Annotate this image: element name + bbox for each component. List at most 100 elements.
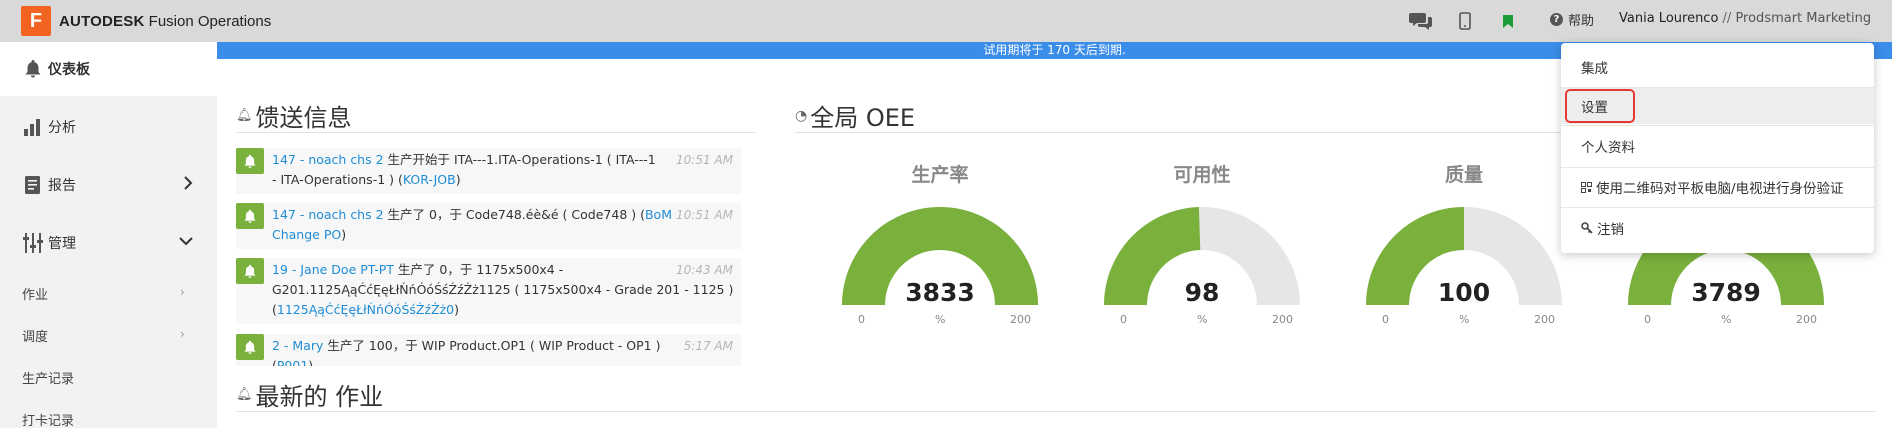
user-dropdown-menu: 集成 设置 个人资料 使用二维码对平板电脑/电视进行身份验证 注销 (1561, 43, 1874, 253)
divider (1561, 207, 1874, 208)
feed-link[interactable]: 147 - noach chs 2 (272, 207, 384, 222)
chevron-right-icon[interactable]: › (180, 327, 185, 341)
sidebar-subitem-jobs[interactable]: 作业 (22, 284, 48, 303)
feed-item-line: 19 - Jane Doe PT-PT 生产了 0，于 1175x500x4 - (272, 260, 672, 280)
qr-code-icon (1581, 181, 1592, 193)
feed-item-text: 19 - Jane Doe PT-PT 生产了 0，于 1175x500x4 -… (272, 260, 733, 320)
feed-item-time: 10:43 AM (676, 263, 733, 277)
latest-jobs-title: 🔔︎ 最新的 作业 (236, 377, 383, 412)
feed-item: 19 - Jane Doe PT-PT 生产了 0，于 1175x500x4 -… (236, 258, 741, 324)
chat-icon[interactable] (1408, 8, 1434, 34)
feed-link[interactable]: 1125ĄąĆćĘęŁłŃńÓóŚśŹźŻż0 (277, 302, 454, 317)
bell-icon (236, 258, 264, 284)
help-link[interactable]: ? 帮助 (1550, 10, 1594, 29)
company-name: Prodsmart Marketing (1735, 11, 1872, 26)
gauge-max: 200 (1534, 313, 1555, 326)
sidebar-item-dashboard[interactable]: 仪表板 (22, 58, 90, 80)
brand-name: AUTODESK Fusion Operations (59, 13, 271, 30)
sidebar-subitem-clock-records[interactable]: 打卡记录 (22, 410, 74, 429)
divider (1561, 125, 1874, 126)
help-icon: ? (1550, 13, 1563, 26)
feed-link[interactable]: Change PO (272, 227, 341, 242)
menu-item-integrations[interactable]: 集成 (1561, 49, 1874, 85)
gauge-label: 质量 (1444, 164, 1483, 186)
feed-link[interactable]: 19 - Jane Doe PT-PT (272, 262, 394, 277)
chevron-right-icon[interactable] (183, 176, 193, 194)
bar-chart-icon (22, 116, 44, 138)
settings-highlight-box (1565, 89, 1635, 123)
menu-item-logout[interactable]: 注销 (1561, 210, 1874, 246)
bell-icon: 🔔︎ (236, 387, 253, 402)
feed-link[interactable]: KOR-JOB (403, 172, 456, 187)
oee-gauge: 可用性 98 0% 200 (1102, 160, 1302, 330)
brand-product: Fusion Operations (144, 12, 272, 30)
oee-gauge: 生产率 3833 0% 200 (840, 160, 1040, 330)
divider (1561, 167, 1874, 168)
gauge-unit: % (935, 313, 946, 326)
feed-item: 147 - noach chs 2 生产开始于 ITA---1.ITA-Oper… (236, 148, 741, 194)
app-logo: F (21, 6, 51, 36)
user-separator: // (1718, 11, 1736, 26)
gauge-min: 0 (1382, 313, 1389, 326)
bell-icon: 🔔︎ (236, 108, 253, 123)
divider (236, 132, 756, 133)
bell-icon (22, 58, 44, 80)
feed-item-time: 10:51 AM (676, 153, 733, 167)
gauge-value: 98 (1184, 278, 1220, 307)
feed-item-line: (1125ĄąĆćĘęŁłŃńÓóŚśŹźŻż0) (272, 300, 672, 320)
feed-item-text: 2 - Mary 生产了 100，于 WIP Product.OP1 ( WIP… (272, 336, 672, 366)
menu-item-label: 使用二维码对平板电脑/电视进行身份验证 (1596, 181, 1844, 197)
sidebar-item-manage[interactable]: 管理 (22, 232, 76, 254)
bell-icon (236, 148, 264, 174)
feed-text-segment: 生产开始于 ITA---1.ITA-Operations-1 ( ITA---1 (383, 152, 656, 167)
mobile-icon[interactable] (1458, 8, 1472, 34)
brand[interactable]: F AUTODESK Fusion Operations (21, 6, 271, 36)
sidebar: 仪表板 分析 报告 管理 作业 › 调度 › 生产记录 打卡记录 (0, 42, 217, 429)
gauge-min: 0 (1644, 313, 1651, 326)
bell-icon (236, 203, 264, 229)
feed-link[interactable]: 2 - Mary (272, 338, 323, 353)
user-name: Vania Lourenco (1619, 11, 1719, 26)
gauge-value: 3833 (905, 278, 975, 307)
chevron-down-icon[interactable] (179, 234, 193, 250)
top-bar: F AUTODESK Fusion Operations ? 帮助 Vania … (0, 0, 1892, 42)
feed-item-text: 147 - noach chs 2 生产了 0，于 Code748.éè&é (… (272, 205, 672, 245)
feed-item-text: 147 - noach chs 2 生产开始于 ITA---1.ITA-Oper… (272, 150, 672, 190)
feed-item-line: G201.1125ĄąĆćĘęŁłŃńÓóŚśŹźŻż1125 ( 1175x5… (272, 280, 733, 300)
sidebar-item-label: 仪表板 (48, 62, 90, 78)
feed-item: 2 - Mary 生产了 100，于 WIP Product.OP1 ( WIP… (236, 334, 741, 366)
oee-title-text: 全局 OEE (810, 104, 916, 132)
feed-title: 🔔︎ 馈送信息 (236, 98, 352, 133)
feed-item-line: - ITA-Operations-1 ) (KOR-JOB) (272, 170, 672, 190)
feed-link[interactable]: BoM (645, 207, 672, 222)
key-icon (1581, 222, 1593, 234)
menu-item-qr-auth[interactable]: 使用二维码对平板电脑/电视进行身份验证 (1561, 169, 1874, 205)
chevron-right-icon[interactable]: › (180, 285, 185, 299)
user-menu-toggle[interactable]: Vania Lourenco // Prodsmart Marketing (1619, 11, 1871, 26)
sidebar-item-label: 分析 (48, 120, 76, 136)
bookmark-icon[interactable] (1501, 8, 1515, 34)
sidebar-subitem-production-records[interactable]: 生产记录 (22, 368, 74, 387)
feed-link[interactable]: 147 - noach chs 2 (272, 152, 384, 167)
feed-text-segment: 生产了 0，于 1175x500x4 - (393, 262, 564, 277)
feed-link[interactable]: P001 (277, 358, 308, 366)
gauge-unit: % (1459, 313, 1470, 326)
sidebar-item-reports[interactable]: 报告 (22, 174, 197, 196)
brand-company: AUTODESK (59, 12, 145, 30)
feed-item-line: 147 - noach chs 2 生产了 0，于 Code748.éè&é (… (272, 205, 672, 225)
oee-gauge: 质量 100 0% 200 (1364, 160, 1564, 330)
feed-text-segment: ) (341, 227, 347, 242)
sidebar-item-label: 管理 (48, 236, 76, 252)
gauge-min: 0 (858, 313, 865, 326)
gauge-max: 200 (1796, 313, 1817, 326)
sidebar-item-analytics[interactable]: 分析 (22, 116, 76, 138)
menu-item-profile[interactable]: 个人资料 (1561, 128, 1874, 164)
sidebar-subitem-scheduling[interactable]: 调度 (22, 326, 48, 345)
feed-item-line: 2 - Mary 生产了 100，于 WIP Product.OP1 ( WIP… (272, 336, 672, 356)
latest-jobs-title-text: 最新的 作业 (255, 383, 384, 411)
oee-title: ◔ 全局 OEE (795, 98, 915, 133)
menu-item-label: 注销 (1597, 222, 1624, 238)
gauge-min: 0 (1120, 313, 1127, 326)
gauge-unit: % (1197, 313, 1208, 326)
feed-text-segment: 生产了 100，于 WIP Product.OP1 ( WIP Product … (323, 338, 661, 353)
